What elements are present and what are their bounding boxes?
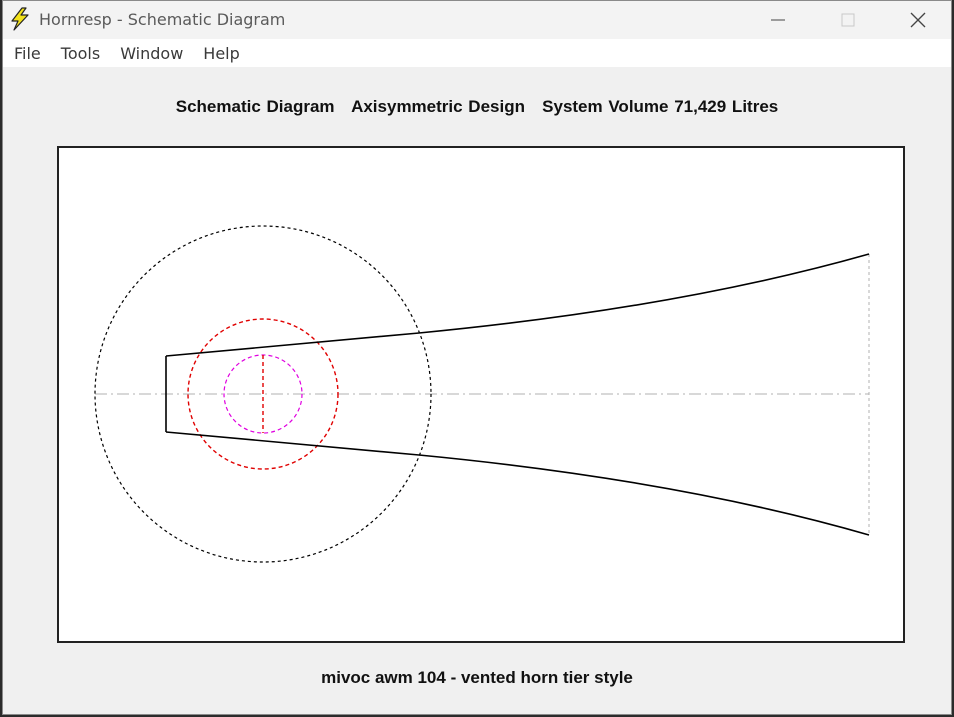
close-button[interactable] xyxy=(883,1,953,39)
diagram-heading: Schematic Diagram Axisymmetric Design Sy… xyxy=(175,97,779,116)
menu-window[interactable]: Window xyxy=(110,39,193,67)
menu-file[interactable]: File xyxy=(3,39,51,67)
minimize-button[interactable] xyxy=(743,1,813,39)
window-title: Hornresp - Schematic Diagram xyxy=(39,10,286,29)
diagram-caption: mivoc awm 104 - vented horn tier style xyxy=(321,668,633,687)
close-icon xyxy=(910,12,926,28)
title-bar[interactable]: Hornresp - Schematic Diagram xyxy=(3,1,951,39)
minimize-icon xyxy=(771,19,785,21)
horn-upper-wall xyxy=(165,253,870,357)
hornresp-window: Hornresp - Schematic Diagram File Tools … xyxy=(2,0,952,715)
maximize-icon xyxy=(841,13,855,27)
schematic-diagram-canvas xyxy=(57,146,905,643)
menu-bar: File Tools Window Help xyxy=(3,39,951,67)
maximize-button[interactable] xyxy=(813,1,883,39)
schematic-svg xyxy=(94,225,870,563)
lightning-bolt-icon xyxy=(11,7,29,31)
menu-help[interactable]: Help xyxy=(193,39,249,67)
horn-lower-wall xyxy=(165,431,870,536)
menu-tools[interactable]: Tools xyxy=(51,39,110,67)
